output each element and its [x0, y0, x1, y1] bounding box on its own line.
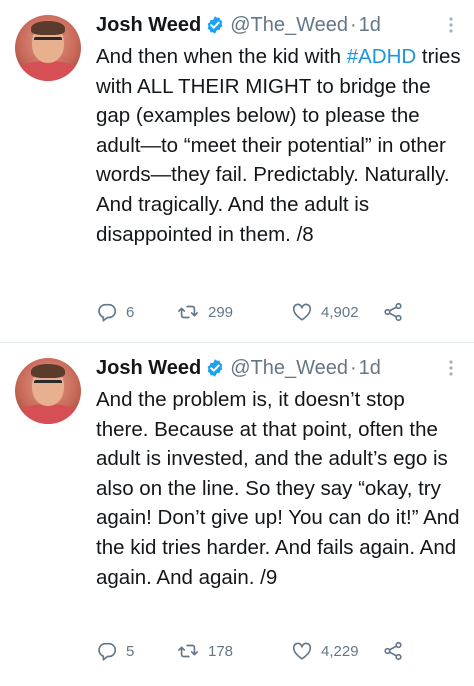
- tweet-content: Josh Weed @The_Weed · 1d And the: [96, 10, 461, 249]
- share-icon: [382, 640, 404, 662]
- like-button[interactable]: 4,902: [291, 298, 359, 326]
- retweet-icon: [176, 640, 200, 662]
- retweet-button[interactable]: 299: [176, 298, 233, 326]
- reply-icon: [96, 640, 118, 662]
- author-handle[interactable]: @The_Weed: [230, 10, 348, 40]
- like-count: 4,229: [321, 642, 359, 660]
- reply-count: 6: [126, 303, 135, 321]
- tweet[interactable]: Josh Weed @The_Weed · 1d And the: [0, 0, 474, 343]
- author-name[interactable]: Josh Weed: [96, 10, 201, 40]
- tweet-header: Josh Weed @The_Weed · 1d: [96, 10, 456, 40]
- tweet-feed: Josh Weed @The_Weed · 1d And then when t…: [0, 0, 474, 686]
- author-name[interactable]: Josh Weed: [96, 353, 201, 383]
- tweet-content: Josh Weed @The_Weed · 1d And the: [96, 353, 460, 592]
- heart-icon: [291, 640, 313, 662]
- share-button[interactable]: [382, 298, 404, 326]
- verified-badge-icon: [205, 358, 225, 378]
- like-button[interactable]: 4,229: [291, 637, 359, 665]
- avatar[interactable]: [15, 358, 81, 424]
- tweet-text: And then when the kid with #ADHD tries w…: [96, 42, 461, 249]
- heart-icon: [291, 301, 313, 323]
- header-separator: ·: [350, 357, 357, 379]
- timestamp[interactable]: 1d: [359, 10, 381, 40]
- retweet-count: 178: [208, 642, 234, 660]
- verified-badge-icon: [205, 15, 225, 35]
- tweet-text: And the problem is, it doesn’t stop ther…: [96, 385, 461, 592]
- reply-button[interactable]: 5: [96, 637, 134, 665]
- more-options-icon[interactable]: [442, 13, 460, 37]
- tweet-text-part: And then when the kid with: [96, 45, 347, 68]
- header-separator: ·: [350, 14, 357, 36]
- timestamp[interactable]: 1d: [359, 353, 381, 383]
- reply-icon: [96, 301, 118, 323]
- reply-button[interactable]: 6: [96, 298, 134, 326]
- tweet[interactable]: Josh Weed @The_Weed · 1d And the: [0, 343, 474, 686]
- tweet-header: Josh Weed @The_Weed · 1d: [96, 353, 456, 383]
- author-handle[interactable]: @The_Weed: [230, 353, 348, 383]
- share-icon: [382, 301, 404, 323]
- retweet-button[interactable]: 178: [176, 637, 233, 665]
- reply-count: 5: [126, 642, 135, 660]
- avatar[interactable]: [15, 15, 81, 81]
- tweet-actions: 6 299 4,902: [96, 298, 436, 326]
- retweet-icon: [176, 301, 200, 323]
- tweet-text-part: And the problem is, it doesn’t stop ther…: [96, 388, 460, 589]
- hashtag-link[interactable]: #ADHD: [347, 45, 417, 68]
- share-button[interactable]: [382, 637, 404, 665]
- tweet-text-part: tries with ALL THEIR MIGHT to bridge the…: [96, 45, 461, 246]
- like-count: 4,902: [321, 303, 359, 321]
- tweet-actions: 5 178 4,229: [96, 637, 436, 665]
- more-options-icon[interactable]: [442, 356, 460, 380]
- retweet-count: 299: [208, 303, 234, 321]
